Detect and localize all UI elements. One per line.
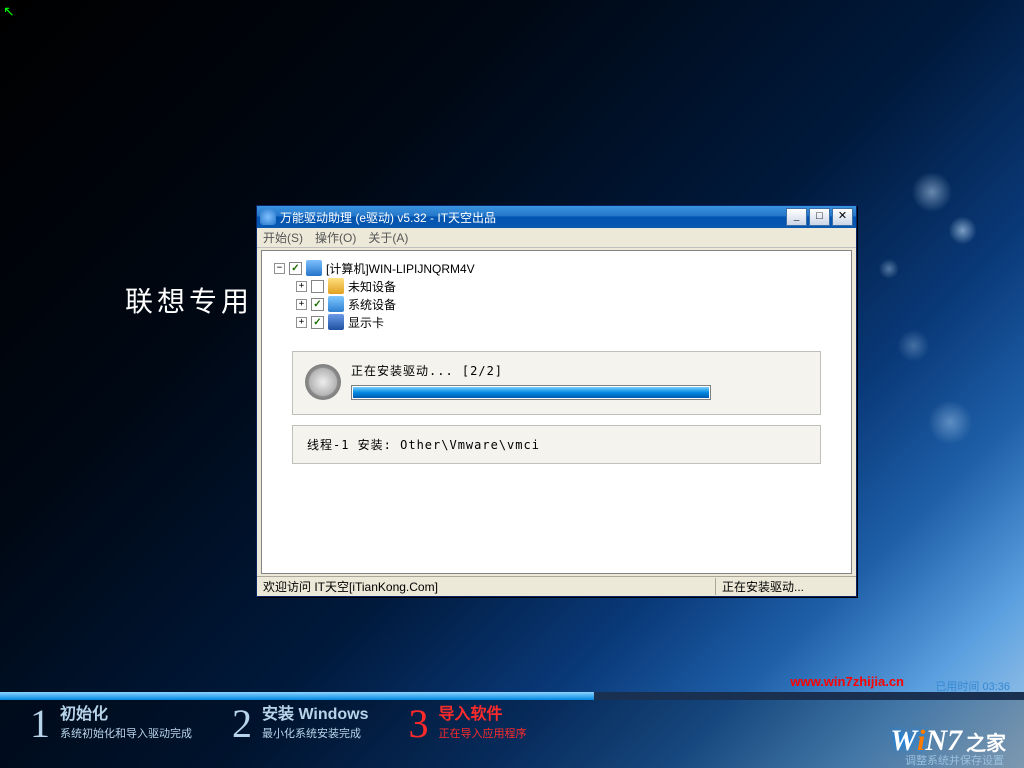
close-button[interactable]: ✕ xyxy=(832,208,853,226)
step-title: 初始化 xyxy=(60,704,192,726)
system-device-icon xyxy=(328,296,344,312)
step-title: 安装 Windows xyxy=(262,704,369,726)
device-tree: − [计算机]WIN-LIPIJNQRM4V + 未知设备 + xyxy=(262,251,851,339)
step-3: 3 导入软件 正在导入应用程序 xyxy=(409,704,527,744)
step-title: 导入软件 xyxy=(439,704,527,726)
minimize-button[interactable]: _ xyxy=(786,208,807,226)
cursor-icon: ↖ xyxy=(3,3,15,20)
watermark-url: www.win7zhijia.cn xyxy=(790,674,904,689)
tree-display-label: 显示卡 xyxy=(348,314,384,331)
step-2: 2 安装 Windows 最小化系统安装完成 xyxy=(232,704,369,744)
collapse-icon[interactable]: − xyxy=(274,263,285,274)
statusbar: 欢迎访问 IT天空[iTianKong.Com] 正在安装驱动... xyxy=(257,576,856,596)
progress-bar xyxy=(351,385,711,400)
computer-icon xyxy=(306,260,322,276)
driver-assistant-window: 万能驱动助理 (e驱动) v5.32 - IT天空出品 _ □ ✕ 开始(S) … xyxy=(256,205,857,597)
checkbox-display[interactable] xyxy=(311,316,324,329)
gear-icon xyxy=(305,364,341,400)
tree-display-row[interactable]: + 显示卡 xyxy=(274,313,839,331)
maximize-button[interactable]: □ xyxy=(809,208,830,226)
thread-status-panel: 线程-1 安装: Other\Vmware\vmci xyxy=(292,425,821,464)
step-sub: 系统初始化和导入驱动完成 xyxy=(60,726,192,742)
expand-icon[interactable]: + xyxy=(296,281,307,292)
menu-start[interactable]: 开始(S) xyxy=(263,229,303,246)
titlebar[interactable]: 万能驱动助理 (e驱动) v5.32 - IT天空出品 _ □ ✕ xyxy=(257,206,856,228)
tree-root-row[interactable]: − [计算机]WIN-LIPIJNQRM4V xyxy=(274,259,839,277)
overall-progress-fill xyxy=(0,692,594,700)
checkbox-unknown[interactable] xyxy=(311,280,324,293)
step-1: 1 初始化 系统初始化和导入驱动完成 xyxy=(30,704,192,744)
install-progress-bar: www.win7zhijia.cn 已用时间 03:36 1 初始化 系统初始化… xyxy=(0,692,1024,768)
progress-label: 正在安装驱动... [2/2] xyxy=(351,362,711,379)
tree-system-label: 系统设备 xyxy=(348,296,396,313)
window-title: 万能驱动助理 (e驱动) v5.32 - IT天空出品 xyxy=(280,209,786,226)
tree-unknown-row[interactable]: + 未知设备 xyxy=(274,277,839,295)
expand-icon[interactable]: + xyxy=(296,299,307,310)
unknown-device-icon xyxy=(328,278,344,294)
tree-root-label: [计算机]WIN-LIPIJNQRM4V xyxy=(326,260,475,277)
thread-status-label: 线程-1 安装: Other\Vmware\vmci xyxy=(307,438,540,452)
step-sub: 最小化系统安装完成 xyxy=(262,726,369,742)
step-4-caption: 调整系统并保存设置 xyxy=(905,752,1004,768)
expand-icon[interactable]: + xyxy=(296,317,307,328)
status-left: 欢迎访问 IT天空[iTianKong.Com] xyxy=(257,578,716,595)
menubar: 开始(S) 操作(O) 关于(A) xyxy=(257,228,856,248)
tree-unknown-label: 未知设备 xyxy=(348,278,396,295)
progress-panel: 正在安装驱动... [2/2] xyxy=(292,351,821,415)
window-content: − [计算机]WIN-LIPIJNQRM4V + 未知设备 + xyxy=(261,250,852,574)
step-sub: 正在导入应用程序 xyxy=(439,726,527,742)
step-number: 1 xyxy=(30,704,50,744)
progress-fill xyxy=(353,387,709,398)
status-right: 正在安装驱动... xyxy=(716,578,856,595)
app-icon xyxy=(260,209,276,225)
tree-system-row[interactable]: + 系统设备 xyxy=(274,295,839,313)
overall-progress-track xyxy=(0,692,1024,700)
desktop-background: ↖ 联想专用 G 万能驱动助理 (e驱动) v5.32 - IT天空出品 _ □… xyxy=(0,0,1024,768)
checkbox-root[interactable] xyxy=(289,262,302,275)
menu-operate[interactable]: 操作(O) xyxy=(315,229,356,246)
step-number: 2 xyxy=(232,704,252,744)
menu-about[interactable]: 关于(A) xyxy=(368,229,408,246)
display-card-icon xyxy=(328,314,344,330)
checkbox-system[interactable] xyxy=(311,298,324,311)
step-number: 3 xyxy=(409,704,429,744)
